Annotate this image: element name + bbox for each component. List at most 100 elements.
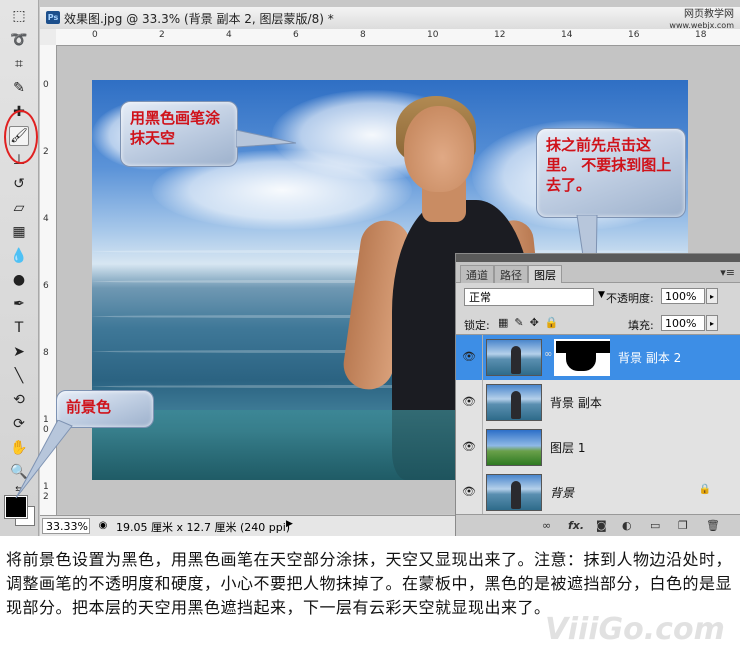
ruler-corner [40,29,57,46]
document-tab[interactable]: Ps 效果图.jpg @ 33.3% (背景 副本 2, 图层蒙版/8) * 网… [40,7,740,30]
lasso-tool-icon[interactable]: ➰ [9,30,29,50]
layer-row[interactable]: 👁 ∞ 背景 副本 2 [456,335,740,381]
status-bar: 33.33% ◉ 19.05 厘米 x 12.7 厘米 (240 ppi) ▶ [40,515,455,536]
site-watermark: 网页教学网 www.webjx.com [669,9,734,31]
ruler-tick-label: 10 [427,30,439,40]
panel-menu-icon[interactable]: ▾≡ [720,266,735,279]
fill-arrow-icon[interactable]: ▸ [706,315,718,331]
zoom-field[interactable]: 33.33% [42,518,90,534]
blend-mode-select[interactable]: 正常 [464,288,594,306]
layer-row[interactable]: 👁 背景 🔒 [456,470,740,516]
status-menu-arrow-icon[interactable]: ▶ [286,519,293,529]
lock-position-icon[interactable]: ✥ [530,316,545,329]
document-size: 19.05 厘米 x 12.7 厘米 (240 ppi) [116,521,291,534]
lock-transparency-icon[interactable]: ▦ [498,316,514,329]
eye-column: 👁 [456,335,483,380]
layer-name[interactable]: 图层 1 [550,439,585,456]
fx-icon[interactable]: fx. [568,519,584,532]
blur-tool-icon[interactable]: 💧 [9,246,29,266]
trash-icon[interactable]: 🗑 [706,519,720,532]
lock-options[interactable]: ▦✎✥🔒 [498,316,565,329]
chevron-down-icon[interactable]: ▼ [598,290,605,300]
layers-panel-footer: ∞ fx. ◙ ◐ ▭ ❐ 🗑 [456,514,740,536]
layers-list: 👁 ∞ 背景 副本 2 👁 背景 副本 👁 图层 1 👁 背景 🔒 [456,334,740,516]
opacity-input[interactable]: 100% [661,288,705,304]
type-tool-icon[interactable]: T [9,318,29,338]
opacity-arrow-icon[interactable]: ▸ [706,288,718,304]
eyedropper-tool-icon[interactable]: ✎ [9,78,29,98]
adjustment-icon[interactable]: ◐ [622,519,632,532]
history-brush-tool-icon[interactable]: ↺ [9,174,29,194]
bottom-watermark: ViiiGo.com [545,612,725,647]
eye-icon[interactable]: 👁 [462,440,476,454]
layer-name[interactable]: 背景 副本 2 [618,349,681,366]
tutorial-caption: 将前景色设置为黑色，用黑色画笔在天空部分涂抹，天空又显现出来了。注意：抹到人物边… [6,550,733,617]
layer-row[interactable]: 👁 背景 副本 [456,380,740,426]
eye-icon[interactable]: 👁 [462,395,476,409]
lock-all-icon[interactable]: 🔒 [545,316,565,329]
lock-label: 锁定: [464,319,490,332]
lock-pixels-icon[interactable]: ✎ [514,316,529,329]
horizontal-ruler[interactable]: 0 2 4 6 8 10 12 14 16 18 [56,29,740,46]
link-icon[interactable]: ∞ [542,519,551,532]
layer-name[interactable]: 背景 [550,484,574,501]
fill-label: 填充: [628,319,654,332]
layer-thumbnail[interactable] [486,384,542,421]
tab-paths[interactable]: 路径 [494,265,528,283]
eraser-tool-icon[interactable]: ▱ [9,198,29,218]
panel-tabs: 通道 路径 图层 ▾≡ [456,262,740,283]
eye-icon[interactable]: 👁 [462,350,476,364]
ruler-tick-label: 6 [293,30,299,40]
3d-rotate-tool-icon[interactable]: ⟲ [9,390,29,410]
ruler-tick-label: 12 [494,30,506,40]
layer-mask-thumbnail[interactable] [554,339,610,376]
layer-thumbnail[interactable] [486,339,542,376]
ruler-tick-label: 8 [360,30,366,40]
document-title: 效果图.jpg @ 33.3% (背景 副本 2, 图层蒙版/8) * [64,12,334,26]
ruler-tick-label: 14 [561,30,573,40]
eye-column: 👁 [456,380,483,425]
brush-highlight-circle [4,110,38,164]
eye-column: 👁 [456,425,483,470]
callout-pointer [236,129,296,148]
callout-click-mask: 抹之前先点击这里。 不要抹到图上去了。 [536,128,686,218]
lock-icon: 🔒 [698,484,711,495]
woman-face [404,106,474,192]
ruler-tick-label: 2 [43,147,49,157]
callout-brush-sky: 用黑色画笔涂抹天空 [120,101,238,167]
marquee-tool-icon[interactable]: ⬚ [9,6,29,26]
folder-icon[interactable]: ▭ [650,519,660,532]
layer-row[interactable]: 👁 图层 1 [456,425,740,471]
crop-tool-icon[interactable]: ⌗ [9,54,29,74]
callout-pointer [15,420,73,499]
opacity-label: 不透明度: [606,292,654,305]
layer-thumbnail[interactable] [486,429,542,466]
ruler-tick-label: 0 [43,80,49,90]
photoshop-window: ⬚ ➰ ⌗ ✎ ✚ 🖌 ⊥ ↺ ▱ ▦ 💧 ● ✒ T ➤ ╲ ⟲ ⟳ ✋ 🔍 … [0,0,740,536]
ruler-tick-label: 2 [159,30,165,40]
chain-link-icon[interactable]: ∞ [544,349,552,360]
layers-panel: 通道 路径 图层 ▾≡ 正常 ▼ 不透明度: 100% ▸ 锁定: ▦✎✥🔒 填… [455,253,740,536]
fill-input[interactable]: 100% [661,315,705,331]
ps-icon: Ps [46,11,60,24]
eye-icon[interactable]: 👁 [462,485,476,499]
ruler-tick-label: 18 [695,30,707,40]
dodge-tool-icon[interactable]: ● [9,270,29,290]
ruler-tick-label: 4 [226,30,232,40]
layer-thumbnail[interactable] [486,474,542,511]
tab-layers[interactable]: 图层 [528,265,562,283]
path-select-tool-icon[interactable]: ➤ [9,342,29,362]
info-icon[interactable]: ◉ [96,519,110,533]
layer-name[interactable]: 背景 副本 [550,394,602,411]
gradient-tool-icon[interactable]: ▦ [9,222,29,242]
ruler-tick-label: 0 [92,30,98,40]
mask-icon[interactable]: ◙ [596,519,607,532]
ruler-tick-label: 4 [43,214,49,224]
line-tool-icon[interactable]: ╲ [9,366,29,386]
eye-column: 👁 [456,470,483,515]
panel-header[interactable] [456,254,740,262]
ruler-tick-label: 16 [628,30,640,40]
pen-tool-icon[interactable]: ✒ [9,294,29,314]
new-layer-icon[interactable]: ❐ [678,519,688,532]
tab-channels[interactable]: 通道 [460,265,494,283]
